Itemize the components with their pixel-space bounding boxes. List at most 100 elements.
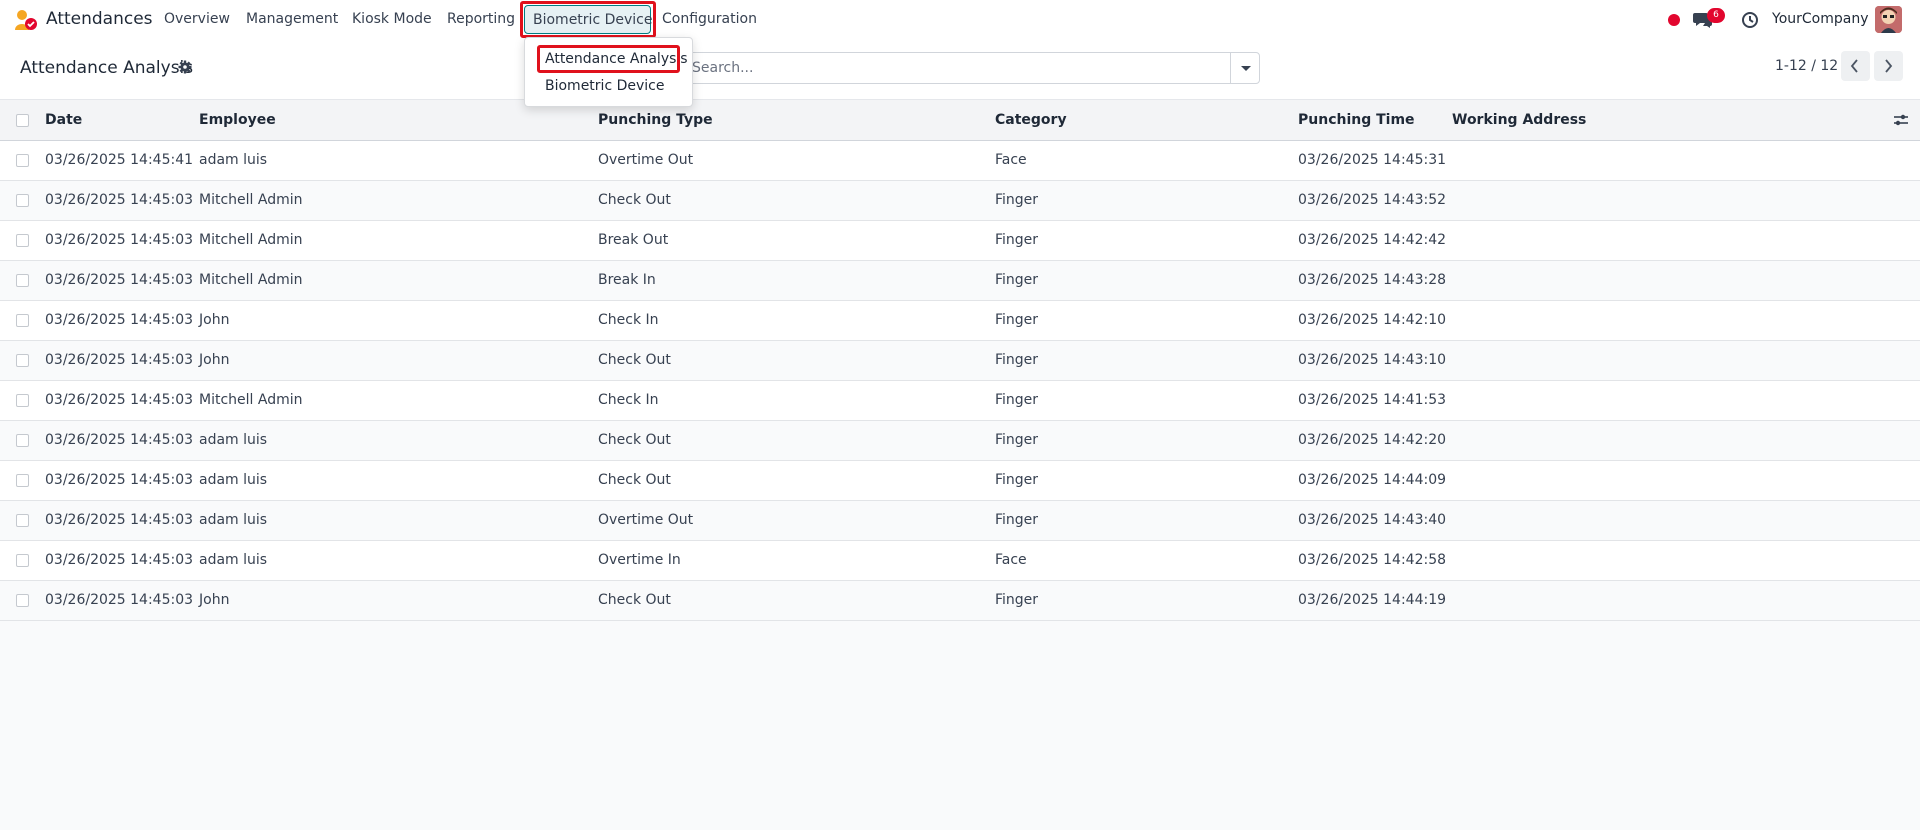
gear-icon[interactable] — [178, 60, 192, 74]
cell-category: Finger — [995, 592, 1039, 608]
table-row[interactable]: 03/26/2025 14:45:03 adam luis Check Out Fin… — [0, 421, 1920, 461]
table-row[interactable]: 03/26/2025 14:45:03 Mitchell Admin Check I… — [0, 381, 1920, 421]
cell-punching-time: 03/26/2025 14:42:10 — [1298, 312, 1447, 328]
row-checkbox[interactable] — [16, 234, 29, 247]
cell-employee: Mitchell Admin — [199, 272, 303, 288]
cell-employee: adam luis — [199, 552, 268, 568]
cell-date: 03/26/2025 14:45:03 — [45, 512, 194, 528]
table-row[interactable]: 03/26/2025 14:45:03 Mitchell Admin Check O… — [0, 181, 1920, 221]
cell-category: Finger — [995, 432, 1039, 448]
cell-punching-time: 03/26/2025 14:45:31 — [1298, 152, 1447, 168]
cell-date: 03/26/2025 14:45:03 — [45, 592, 194, 608]
cell-punching-time: 03/26/2025 14:42:58 — [1298, 552, 1447, 568]
cell-punching-time: 03/26/2025 14:44:19 — [1298, 592, 1447, 608]
dropdown-item-biometric-device[interactable]: Biometric Device — [545, 78, 664, 94]
cell-punching-type: Break In — [598, 272, 656, 288]
cell-punching-time: 03/26/2025 14:41:53 — [1298, 392, 1447, 408]
cell-date: 03/26/2025 14:45:03 — [45, 192, 194, 208]
top-navbar: Attendances Overview Management Kiosk Mo… — [0, 0, 1920, 40]
cell-punching-type: Overtime In — [598, 552, 681, 568]
cell-category: Finger — [995, 272, 1039, 288]
cell-category: Face — [995, 552, 1027, 568]
chevron-left-icon — [1850, 59, 1858, 73]
chevron-right-icon — [1885, 59, 1893, 73]
row-checkbox[interactable] — [16, 154, 29, 167]
table-row[interactable]: 03/26/2025 14:45:03 adam luis Check Out Fin… — [0, 461, 1920, 501]
row-checkbox[interactable] — [16, 194, 29, 207]
row-checkbox[interactable] — [16, 394, 29, 407]
row-checkbox[interactable] — [16, 514, 29, 527]
menu-management[interactable]: Management — [246, 11, 338, 27]
row-checkbox[interactable] — [16, 554, 29, 567]
cell-employee: Mitchell Admin — [199, 392, 303, 408]
table-row[interactable]: 03/26/2025 14:45:03 John Check Out Finger 03… — [0, 581, 1920, 621]
cell-employee: Mitchell Admin — [199, 192, 303, 208]
column-header-date[interactable]: Date — [45, 112, 82, 128]
search-input[interactable] — [692, 54, 1222, 82]
cell-punching-type: Check Out — [598, 472, 671, 488]
column-header-working-address[interactable]: Working Address — [1452, 112, 1586, 128]
row-checkbox[interactable] — [16, 314, 29, 327]
menu-configuration[interactable]: Configuration — [662, 11, 757, 27]
pager-previous-button[interactable] — [1841, 51, 1870, 81]
cell-employee: adam luis — [199, 152, 268, 168]
cell-category: Finger — [995, 192, 1039, 208]
dropdown-item-attendance-analysis[interactable]: Attendance Analysis — [545, 51, 688, 67]
table-header: Date Employee Punching Type Category Pun… — [0, 100, 1920, 141]
cell-date: 03/26/2025 14:45:03 — [45, 312, 194, 328]
recording-status-icon[interactable] — [1668, 14, 1680, 26]
cell-punching-type: Check Out — [598, 352, 671, 368]
pager-next-button[interactable] — [1874, 51, 1903, 81]
cell-punching-type: Check Out — [598, 192, 671, 208]
cell-date: 03/26/2025 14:45:03 — [45, 272, 194, 288]
menu-biometric-device[interactable]: Biometric Device — [524, 5, 652, 34]
table-row[interactable]: 03/26/2025 14:45:03 adam luis Overtime Out… — [0, 501, 1920, 541]
company-switcher[interactable]: YourCompany — [1772, 11, 1869, 27]
cell-category: Finger — [995, 232, 1039, 248]
cell-punching-type: Check In — [598, 392, 659, 408]
search-options-toggle[interactable] — [1230, 52, 1260, 84]
column-header-employee[interactable]: Employee — [199, 112, 276, 128]
cell-employee: adam luis — [199, 512, 268, 528]
user-avatar[interactable] — [1875, 6, 1902, 33]
column-header-category[interactable]: Category — [995, 112, 1067, 128]
cell-date: 03/26/2025 14:45:03 — [45, 392, 194, 408]
table-row[interactable]: 03/26/2025 14:45:41 adam luis Overtime Out… — [0, 141, 1920, 181]
pager-value[interactable]: 1-12 / 12 — [1775, 58, 1838, 74]
table-row[interactable]: 03/26/2025 14:45:03 Mitchell Admin Break I… — [0, 261, 1920, 301]
select-all-checkbox[interactable] — [16, 114, 29, 127]
row-checkbox[interactable] — [16, 474, 29, 487]
row-checkbox[interactable] — [16, 434, 29, 447]
cell-date: 03/26/2025 14:45:03 — [45, 432, 194, 448]
cell-employee: Mitchell Admin — [199, 232, 303, 248]
table-row[interactable]: 03/26/2025 14:45:03 John Check In Finger 03/… — [0, 301, 1920, 341]
cell-date: 03/26/2025 14:45:03 — [45, 232, 194, 248]
menu-reporting[interactable]: Reporting — [447, 11, 515, 27]
app-name[interactable]: Attendances — [46, 9, 153, 29]
column-header-punching-type[interactable]: Punching Type — [598, 112, 713, 128]
column-header-punching-time[interactable]: Punching Time — [1298, 112, 1415, 128]
attendances-app-icon[interactable] — [14, 9, 38, 31]
row-checkbox[interactable] — [16, 274, 29, 287]
row-checkbox[interactable] — [16, 354, 29, 367]
row-checkbox[interactable] — [16, 594, 29, 607]
page-title: Attendance Analysis — [20, 58, 194, 78]
menu-overview[interactable]: Overview — [164, 11, 230, 27]
cell-date: 03/26/2025 14:45:03 — [45, 472, 194, 488]
cell-punching-time: 03/26/2025 14:44:09 — [1298, 472, 1447, 488]
table-row[interactable]: 03/26/2025 14:45:03 Mitchell Admin Break O… — [0, 221, 1920, 261]
cell-employee: John — [199, 592, 230, 608]
cell-category: Finger — [995, 512, 1039, 528]
cell-category: Finger — [995, 392, 1039, 408]
clock-icon[interactable] — [1741, 11, 1759, 29]
optional-columns-icon[interactable] — [1893, 112, 1909, 128]
cell-punching-time: 03/26/2025 14:43:52 — [1298, 192, 1447, 208]
cell-punching-type: Overtime Out — [598, 152, 694, 168]
cell-employee: John — [199, 312, 230, 328]
cell-punching-time: 03/26/2025 14:43:28 — [1298, 272, 1447, 288]
cell-employee: adam luis — [199, 472, 268, 488]
table-row[interactable]: 03/26/2025 14:45:03 adam luis Overtime In F… — [0, 541, 1920, 581]
table-row[interactable]: 03/26/2025 14:45:03 John Check Out Finger 03… — [0, 341, 1920, 381]
cell-punching-time: 03/26/2025 14:42:20 — [1298, 432, 1447, 448]
menu-kiosk-mode[interactable]: Kiosk Mode — [352, 11, 432, 27]
